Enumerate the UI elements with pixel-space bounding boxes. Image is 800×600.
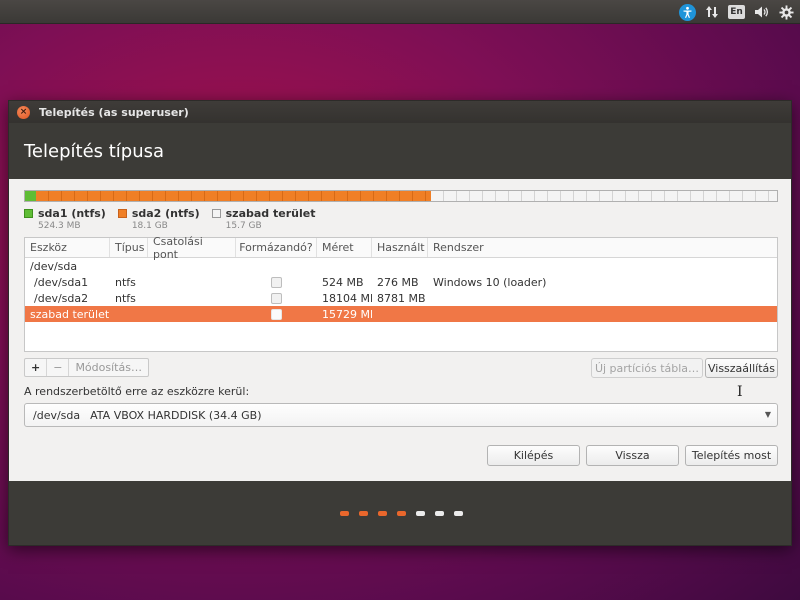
change-partition-button[interactable]: Módosítás… bbox=[69, 359, 148, 376]
progress-dot bbox=[359, 511, 368, 516]
close-icon[interactable]: × bbox=[17, 105, 30, 119]
legend-swatch bbox=[117, 209, 127, 218]
cell-device: /dev/sda2 bbox=[34, 291, 89, 305]
table-row[interactable]: /dev/sda bbox=[25, 258, 777, 274]
format-checkbox[interactable] bbox=[271, 276, 282, 288]
progress-dot bbox=[435, 511, 444, 516]
cell-size: 15729 MB bbox=[322, 307, 372, 321]
partition-legend: sda1 (ntfs) 524.3 MB sda2 (ntfs) 18.1 GB… bbox=[24, 207, 315, 231]
legend-swatch bbox=[24, 209, 33, 218]
installer-window: × Telepítés (as superuser) Telepítés típ… bbox=[8, 100, 792, 546]
legend-label: szabad terület bbox=[225, 207, 316, 220]
cell-size: 524 MB bbox=[322, 275, 364, 289]
text-cursor-icon: I bbox=[737, 384, 743, 400]
column-header-size[interactable]: Méret bbox=[317, 238, 372, 257]
page-title: Telepítés típusa bbox=[24, 140, 165, 162]
revert-button[interactable]: Visszaállítás bbox=[705, 358, 778, 378]
legend-swatch bbox=[211, 209, 221, 218]
format-checkbox[interactable] bbox=[271, 308, 282, 320]
progress-dot bbox=[340, 511, 349, 516]
page-header: Telepítés típusa bbox=[9, 123, 791, 179]
legend-label: sda1 (ntfs) bbox=[38, 207, 106, 220]
partition-table: Eszköz Típus Csatolási pont Formázandó? … bbox=[24, 235, 778, 352]
cell-device: /dev/sda bbox=[30, 259, 78, 273]
cell-device: /dev/sda1 bbox=[34, 275, 89, 289]
column-header-system[interactable]: Rendszer bbox=[428, 238, 777, 257]
accessibility-icon[interactable] bbox=[679, 3, 696, 21]
network-updown-icon[interactable] bbox=[705, 3, 719, 21]
progress-dot bbox=[378, 511, 387, 516]
legend-size: 15.7 GB bbox=[225, 221, 262, 231]
partition-bar-segment-free bbox=[431, 191, 777, 201]
column-header-mount[interactable]: Csatolási pont bbox=[148, 235, 236, 261]
table-body: /dev/sda/dev/sda1 ntfs 524 MB 276 MB Windows… bbox=[25, 258, 777, 322]
cell-format bbox=[236, 308, 317, 320]
cell-type: ntfs bbox=[115, 275, 136, 289]
table-row[interactable]: szabad terület 15729 MB bbox=[25, 306, 777, 322]
system-tray: En bbox=[679, 0, 794, 24]
gear-icon[interactable] bbox=[779, 3, 794, 21]
language-badge: En bbox=[728, 5, 745, 19]
bootloader-device-select[interactable]: /dev/sda ATA VBOX HARDDISK (34.4 GB) ▼ bbox=[24, 403, 778, 427]
new-partition-table-button[interactable]: Új partíciós tábla… bbox=[591, 358, 703, 378]
progress-footer bbox=[9, 481, 791, 545]
table-row[interactable]: /dev/sda1 ntfs 524 MB 276 MB Windows 10 (loa… bbox=[25, 274, 777, 290]
legend-item-sda1: sda1 (ntfs) 524.3 MB bbox=[24, 207, 106, 231]
table-row[interactable]: /dev/sda2 ntfs 18104 MB 8781 MB bbox=[25, 290, 777, 306]
window-titlebar[interactable]: × Telepítés (as superuser) bbox=[9, 101, 791, 123]
back-button[interactable]: Vissza bbox=[586, 445, 679, 466]
cell-used: 8781 MB bbox=[377, 291, 426, 305]
legend-item-sda2: sda2 (ntfs) 18.1 GB bbox=[117, 207, 200, 231]
content-area: sda1 (ntfs) 524.3 MB sda2 (ntfs) 18.1 GB… bbox=[9, 179, 791, 481]
column-header-format[interactable]: Formázandó? bbox=[236, 238, 317, 257]
legend-size: 18.1 GB bbox=[131, 221, 168, 231]
legend-label: sda2 (ntfs) bbox=[131, 207, 200, 220]
column-header-device[interactable]: Eszköz bbox=[25, 238, 110, 257]
cell-used: 276 MB bbox=[377, 275, 419, 289]
chevron-down-icon: ▼ bbox=[764, 410, 771, 419]
cell-system: Windows 10 (loader) bbox=[433, 275, 547, 289]
partition-bar-segment-sda1 bbox=[25, 191, 37, 201]
cell-device: szabad terület bbox=[30, 307, 110, 321]
partition-bar-segment-sda2 bbox=[36, 191, 432, 201]
speaker-icon[interactable] bbox=[754, 3, 770, 21]
install-now-button[interactable]: Telepítés most bbox=[685, 445, 778, 466]
keyboard-language-indicator[interactable]: En bbox=[728, 3, 745, 21]
top-panel: En bbox=[0, 0, 800, 24]
window-title: Telepítés (as superuser) bbox=[39, 105, 189, 119]
bootloader-description: ATA VBOX HARDDISK (34.4 GB) bbox=[90, 408, 262, 422]
partition-bar bbox=[24, 190, 778, 202]
progress-dot bbox=[397, 511, 406, 516]
bootloader-device: /dev/sda bbox=[33, 408, 81, 422]
legend-item-free: szabad terület 15.7 GB bbox=[211, 207, 316, 231]
format-checkbox[interactable] bbox=[271, 292, 282, 304]
column-header-type[interactable]: Típus bbox=[110, 238, 148, 257]
partition-toolbar: + − Módosítás… bbox=[24, 358, 149, 377]
progress-dot bbox=[416, 511, 425, 516]
progress-dot bbox=[454, 511, 463, 516]
cell-format bbox=[236, 292, 317, 304]
cell-format bbox=[236, 276, 317, 288]
add-partition-button[interactable]: + bbox=[25, 359, 48, 376]
progress-dots bbox=[340, 511, 463, 516]
quit-button[interactable]: Kilépés bbox=[487, 445, 580, 466]
table-header: Eszköz Típus Csatolási pont Formázandó? … bbox=[25, 235, 777, 261]
cell-size: 18104 MB bbox=[322, 291, 372, 305]
bootloader-label: A rendszerbetöltő erre az eszközre kerül… bbox=[24, 385, 250, 398]
remove-partition-button[interactable]: − bbox=[47, 359, 70, 376]
cell-type: ntfs bbox=[115, 291, 136, 305]
column-header-used[interactable]: Használt bbox=[372, 238, 428, 257]
legend-size: 524.3 MB bbox=[38, 221, 81, 231]
